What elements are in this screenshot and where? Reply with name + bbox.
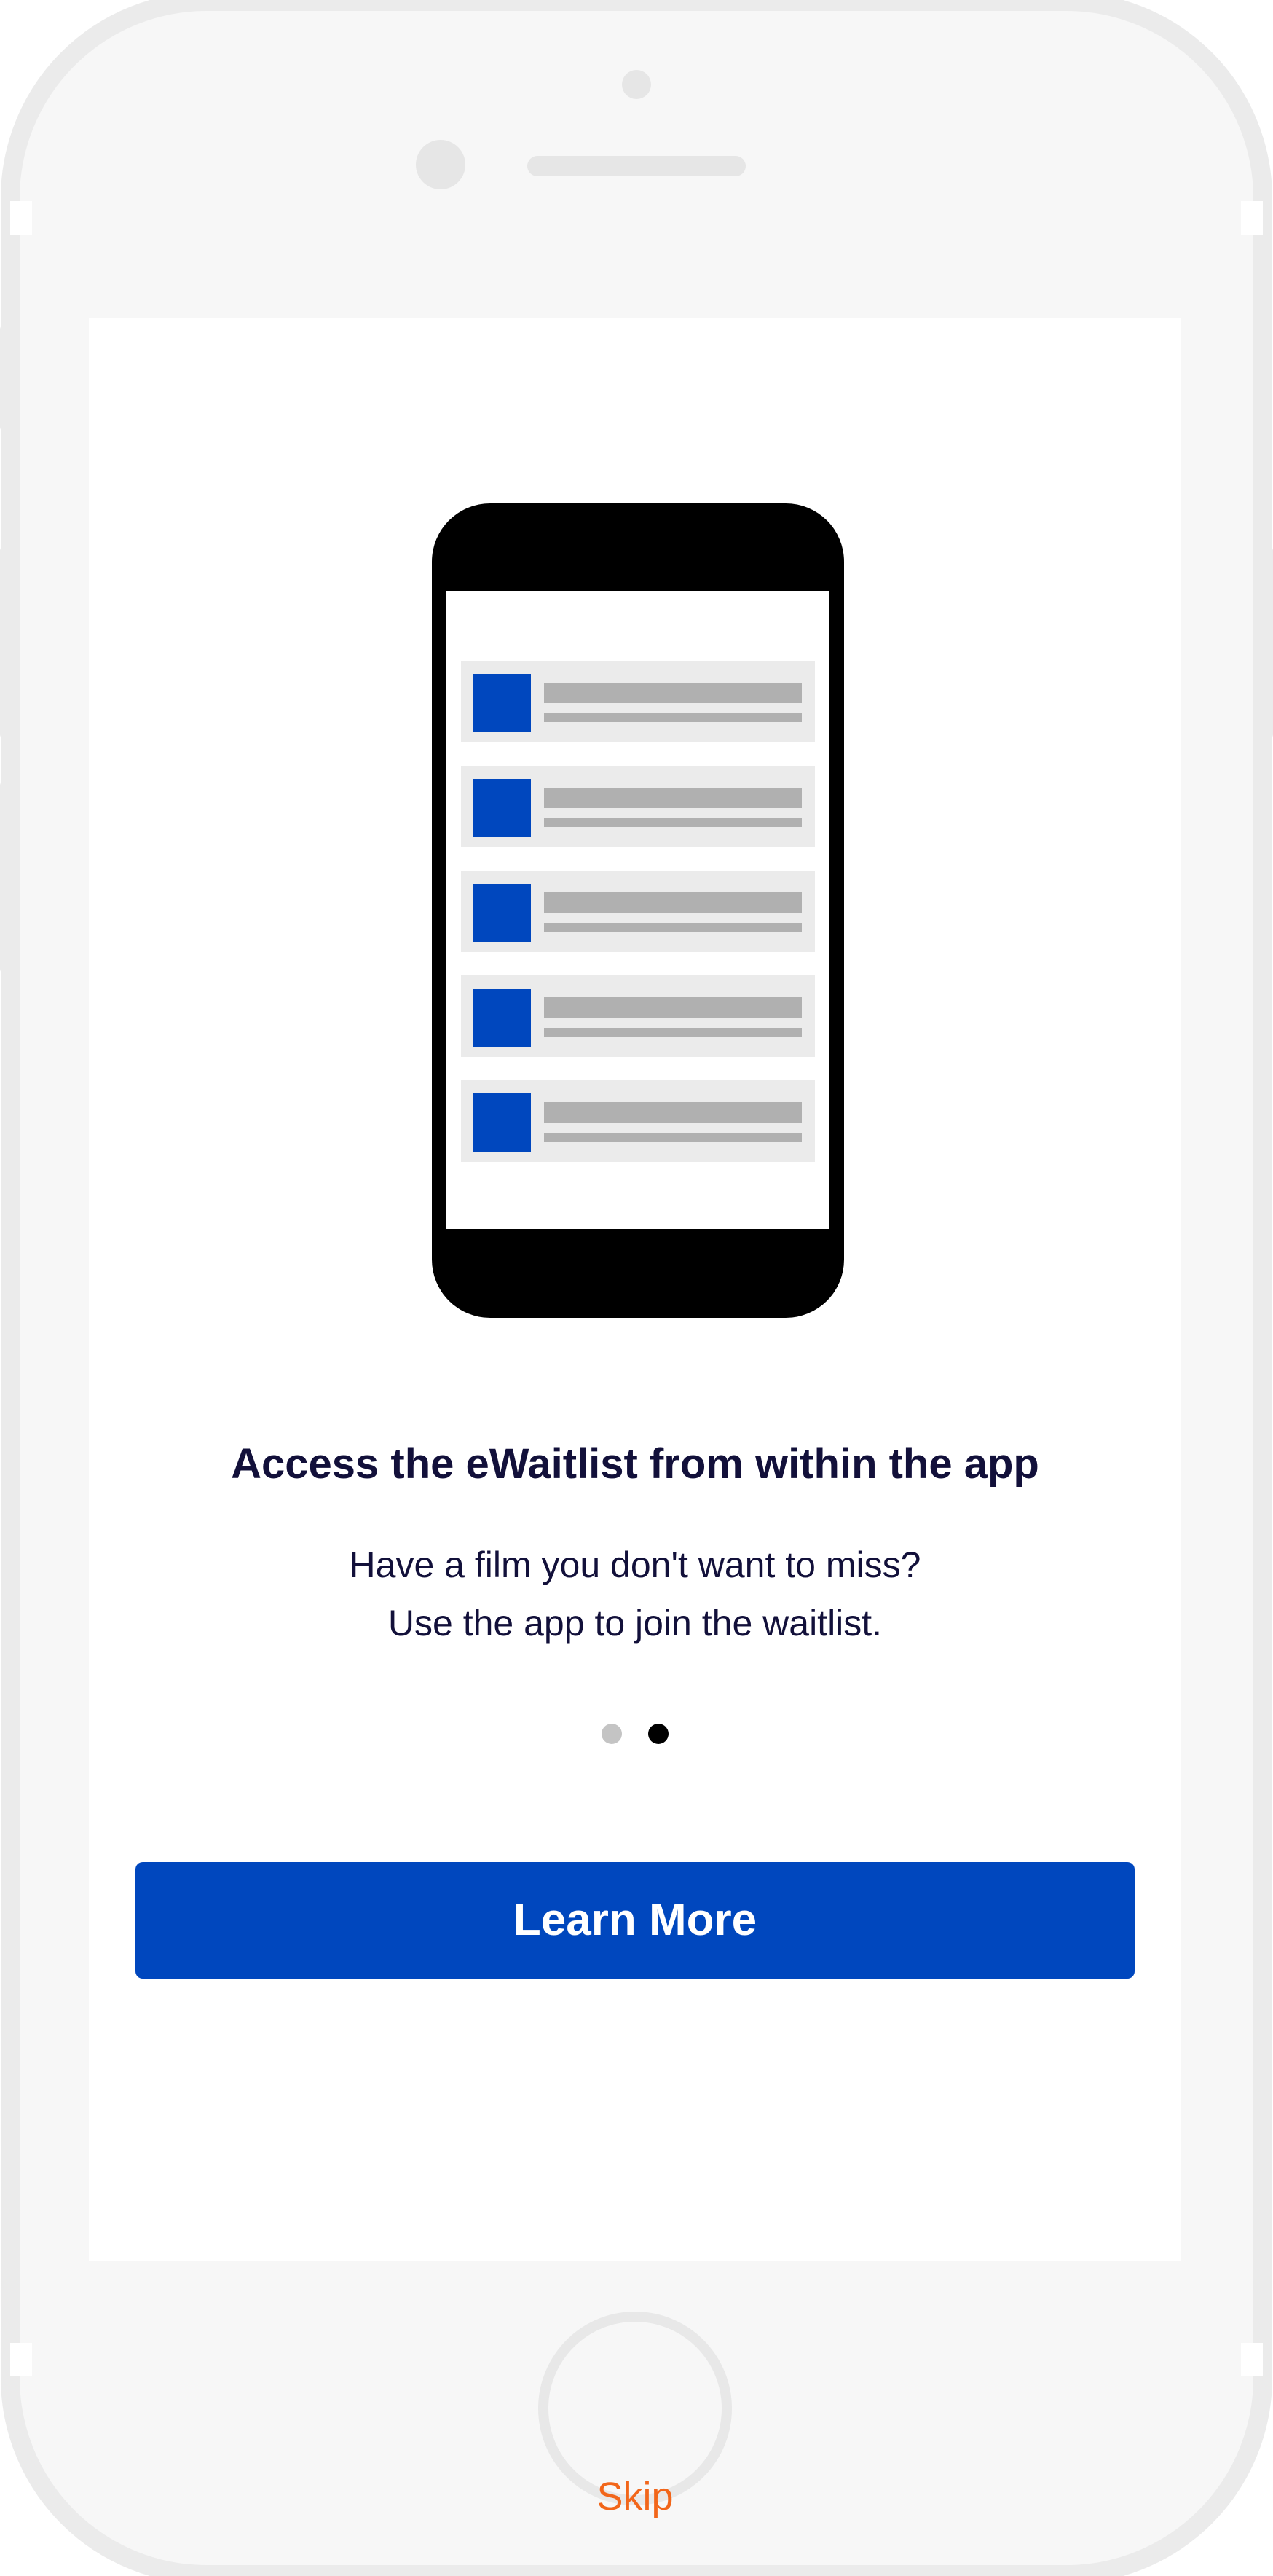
subtext-line-1: Have a film you don't want to miss? <box>349 1544 921 1585</box>
blue-square-thumbnail <box>473 779 531 837</box>
blue-square-thumbnail <box>473 1093 531 1152</box>
page-dot-1[interactable] <box>602 1724 622 1744</box>
onboarding-headline: Access the eWaitlist from within the app <box>231 1440 1039 1488</box>
page-indicator <box>89 1724 1181 1746</box>
learn-more-button[interactable]: Learn More <box>135 1862 1135 1979</box>
blue-square-thumbnail <box>473 674 531 732</box>
illustration-list-row <box>461 661 815 742</box>
blue-square-thumbnail <box>473 884 531 942</box>
skip-link[interactable]: Skip <box>89 2474 1181 2519</box>
earpiece-speaker <box>527 156 746 176</box>
app-screen: Access the eWaitlist from within the app… <box>89 318 1181 2518</box>
blue-square-thumbnail <box>473 989 531 1047</box>
illustration-list-row <box>461 871 815 952</box>
sensor-dot <box>622 70 651 99</box>
subtext-line-2: Use the app to join the waitlist. <box>387 1603 883 1644</box>
illustration-list-row <box>461 766 815 847</box>
phone-list-illustration <box>432 503 844 1318</box>
illustration-list-row <box>461 975 815 1057</box>
page-dot-2-active[interactable] <box>648 1724 669 1744</box>
illustration-list-row <box>461 1080 815 1162</box>
onboarding-subtext: Have a film you don't want to miss? Use … <box>89 1536 1181 1652</box>
front-camera <box>416 140 465 189</box>
